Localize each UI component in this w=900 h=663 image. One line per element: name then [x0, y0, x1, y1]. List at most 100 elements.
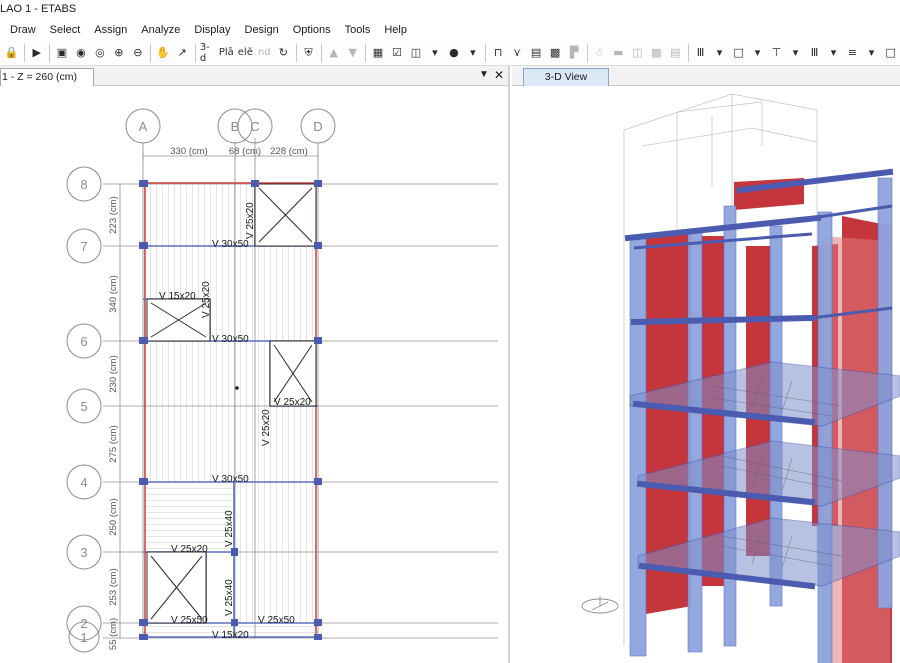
nd-view-button[interactable]: nd — [256, 43, 273, 63]
model-3d-drawing[interactable] — [512, 86, 900, 663]
grid-label-d: D — [313, 119, 322, 134]
dimension-label: 340 (cm) — [108, 275, 119, 312]
object-selection-icon[interactable]: ▦ — [369, 43, 386, 63]
center-point — [235, 386, 239, 390]
tab-3d-view[interactable]: 3-D View — [523, 68, 609, 86]
beam-label: V 15x20 — [212, 630, 249, 641]
run-analysis-icon[interactable]: ▶ — [28, 43, 45, 63]
grid-label-a: A — [139, 119, 148, 134]
check-icon[interactable]: ☑ — [388, 43, 405, 63]
close-icon[interactable]: ✕ — [494, 68, 504, 82]
draw-column-icon[interactable]: ▤ — [528, 43, 545, 63]
draw-beam-icon[interactable]: Ⅲ — [806, 43, 823, 63]
draw-rectangle-icon[interactable]: □ — [730, 43, 747, 63]
draw-secondary-beam-icon[interactable]: ▩ — [547, 43, 564, 63]
menu-assign[interactable]: Assign — [87, 20, 134, 40]
menu-tools[interactable]: Tools — [338, 20, 378, 40]
perspective-icon[interactable]: ⛨ — [300, 43, 317, 63]
draw-point-icon[interactable]: ☃ — [591, 43, 608, 63]
lock-icon[interactable]: 🔒 — [3, 43, 20, 63]
section-cut-icon[interactable]: Ⅲ — [692, 43, 709, 63]
beam-label: V 25x50 — [258, 615, 295, 626]
grid-label-7: 7 — [80, 239, 87, 254]
beam-label: V 25x20 — [201, 281, 212, 318]
pan-icon[interactable]: ✋ — [155, 43, 172, 63]
dimension-label: 275 (cm) — [108, 425, 119, 462]
elevation-view-button[interactable]: elĕ — [237, 43, 254, 63]
draw-grid-icon[interactable]: □ — [882, 43, 899, 63]
dimension-label: 228 (cm) — [270, 146, 307, 157]
beam-label: V 25x40 — [224, 579, 235, 616]
set-display-icon[interactable]: ◫ — [407, 43, 424, 63]
dimension-label: 223 (cm) — [108, 196, 119, 233]
grid-column-bubbles: A B C D — [125, 108, 336, 144]
panel-menu-icon[interactable]: ▼ — [479, 69, 489, 80]
dropdown-icon[interactable]: ▾ — [787, 43, 804, 63]
move-up-icon[interactable]: ▲ — [325, 43, 342, 63]
draw-wall-icon[interactable]: ▬ — [610, 43, 627, 63]
plan-view-button[interactable]: Plā — [218, 43, 235, 63]
dimension-label: 253 (cm) — [108, 568, 119, 605]
draw-link-icon[interactable]: ▛ — [566, 43, 583, 63]
menu-options[interactable]: Options — [286, 20, 338, 40]
menu-analyze[interactable]: Analyze — [134, 20, 187, 40]
model-view-tabbar: 3-D View — [512, 66, 900, 86]
draw-brace-icon[interactable]: ⋎ — [509, 43, 526, 63]
plan-view-panel: 1 - Z = 260 (cm) ▼ ✕ A B C D 8 7 6 5 4 3… — [0, 66, 510, 663]
menu-draw[interactable]: Draw — [0, 20, 43, 40]
dropdown-icon[interactable]: ▾ — [711, 43, 728, 63]
beam-label: V 15x20 — [159, 291, 196, 302]
zoom-window-icon[interactable]: ▣ — [53, 43, 70, 63]
grid-label-c: C — [250, 119, 259, 134]
view-3d-button[interactable]: 3-d — [199, 42, 216, 64]
axis-indicator-icon — [581, 596, 619, 614]
menu-help[interactable]: Help — [377, 20, 414, 40]
draw-frame-icon[interactable]: ⊓ — [490, 43, 507, 63]
beam-label: V 30x50 — [212, 334, 249, 345]
dropdown-icon[interactable]: ▾ — [825, 43, 842, 63]
grid-label-1: 1 — [80, 630, 87, 645]
tab-plan-view[interactable]: 1 - Z = 260 (cm) — [0, 68, 94, 86]
main-toolbar: 🔒 ▶ ▣ ◉ ◎ ⊕ ⊖ ✋ ↗ 3-d Plā elĕ nd ↻ ⛨ ▲ ▼… — [0, 40, 900, 66]
zoom-out-icon[interactable]: ⊖ — [129, 43, 146, 63]
draw-dimension-icon[interactable]: ≡ — [844, 43, 861, 63]
column-3d — [629, 235, 647, 657]
grid-label-2: 2 — [80, 616, 87, 631]
plan-view-tabbar: 1 - Z = 260 (cm) ▼ ✕ — [0, 66, 508, 86]
rubber-band-icon[interactable]: ↗ — [174, 43, 191, 63]
dropdown-icon[interactable]: ▾ — [464, 43, 481, 63]
dropdown-icon[interactable]: ▾ — [426, 43, 443, 63]
grid-label-4: 4 — [80, 475, 87, 490]
plan-drawing[interactable]: A B C D 8 7 6 5 4 3 2 1 330 (cm) 68 (cm)… — [0, 86, 510, 663]
dimension-label: 330 (cm) — [170, 146, 207, 157]
menu-design[interactable]: Design — [238, 20, 286, 40]
zoom-in-icon[interactable]: ⊕ — [110, 43, 127, 63]
column-3d — [687, 231, 703, 653]
column-3d — [723, 205, 737, 647]
draw-area-icon[interactable]: ▤ — [667, 43, 684, 63]
slab-area — [143, 482, 234, 552]
dropdown-icon[interactable]: ▾ — [749, 43, 766, 63]
beam-label: V 25x20 — [274, 397, 311, 408]
menu-bar: Draw Select Assign Analyze Display Desig… — [0, 20, 900, 40]
zoom-restore-icon[interactable]: ◉ — [72, 43, 89, 63]
menu-display[interactable]: Display — [187, 20, 237, 40]
dimension-label: 55 (cm) — [108, 618, 119, 650]
row-dimensions: 223 (cm) 340 (cm) 230 (cm) 275 (cm) 250 … — [108, 196, 119, 650]
grid-row-bubbles: 8 7 6 5 4 3 2 1 — [66, 166, 102, 653]
zoom-all-icon[interactable]: ◎ — [91, 43, 108, 63]
beam-label: V 25x20 — [261, 409, 272, 446]
dimension-label: 230 (cm) — [108, 355, 119, 392]
grid-label-8: 8 — [80, 177, 87, 192]
grid-label-5: 5 — [80, 399, 87, 414]
column-dimensions: 330 (cm) 68 (cm) 228 (cm) — [170, 146, 307, 157]
draw-opening-icon[interactable]: ◫ — [629, 43, 646, 63]
beam-label: V 25x50 — [171, 615, 208, 626]
menu-select[interactable]: Select — [43, 20, 88, 40]
rotate-icon[interactable]: ↻ — [275, 43, 292, 63]
draw-tee-icon[interactable]: ⊤ — [768, 43, 785, 63]
dropdown-icon[interactable]: ▾ — [863, 43, 880, 63]
move-down-icon[interactable]: ▼ — [344, 43, 361, 63]
draw-slab-icon[interactable]: ▩ — [648, 43, 665, 63]
shadow-icon[interactable]: ● — [445, 43, 462, 63]
